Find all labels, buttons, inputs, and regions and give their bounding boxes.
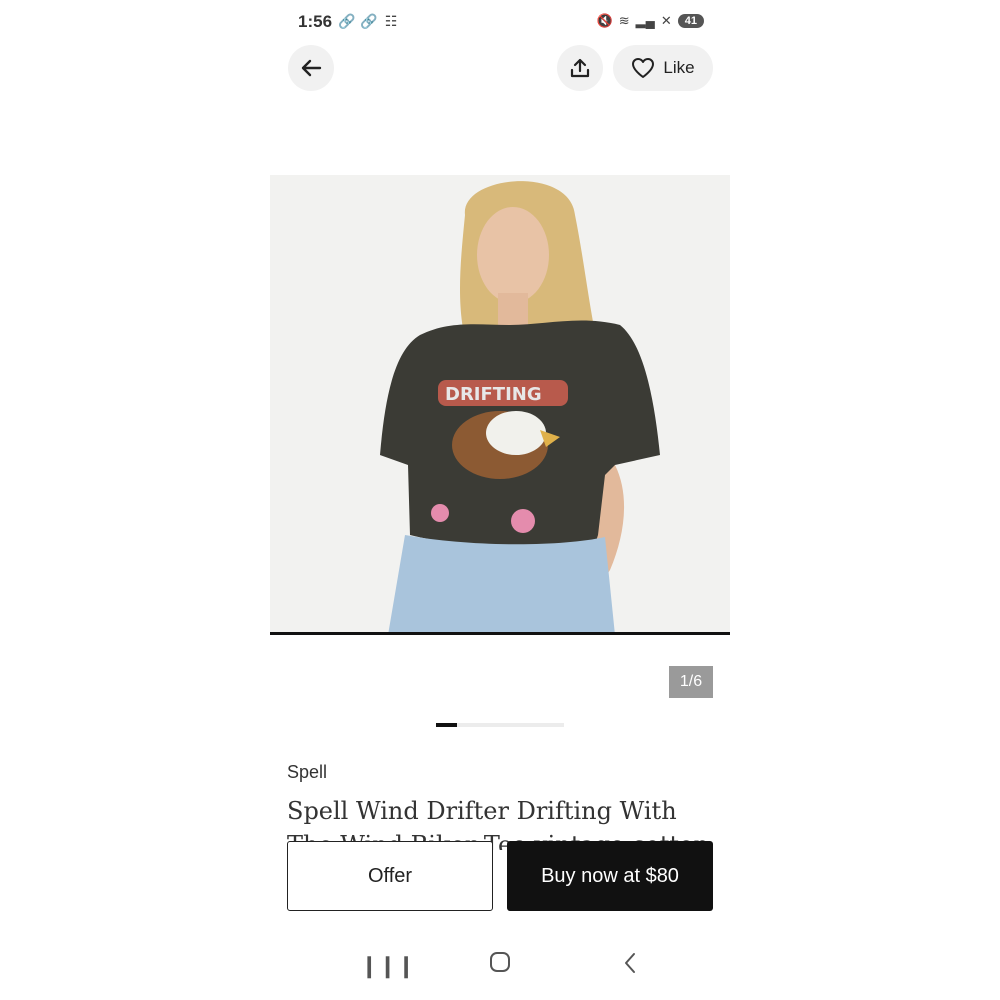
product-image[interactable]: DRIFTING: [270, 175, 730, 635]
like-label: Like: [663, 58, 695, 77]
pager-active-indicator: [436, 723, 458, 727]
home-icon[interactable]: [489, 951, 511, 979]
lock-network-icon: ☷: [384, 13, 398, 29]
heart-icon: [632, 58, 655, 78]
recent-apps-icon[interactable]: ❙❙❙: [360, 953, 415, 979]
battery-indicator: 41: [677, 14, 704, 28]
share-button[interactable]: [557, 45, 603, 91]
share-icon: [570, 58, 590, 78]
app-screen: 1:56 🔗 🔗 ☷ 🔇 ≋ ▂▄ ✕ 41 Like DRIFTING 1/6…: [270, 0, 730, 1000]
status-time: 1:56: [298, 12, 333, 31]
mute-icon: 🔇: [596, 13, 613, 28]
system-nav-bar: ❙❙❙: [270, 945, 730, 990]
back-button[interactable]: [288, 45, 334, 91]
arrow-left-icon: [301, 59, 322, 77]
status-left-icons: 🔗 🔗 ☷: [338, 13, 400, 30]
link-icon: 🔗: [338, 13, 356, 29]
link-icon: 🔗: [360, 13, 378, 29]
svg-text:DRIFTING: DRIFTING: [445, 384, 542, 405]
no-signal-icon: ✕: [660, 13, 672, 28]
offer-button[interactable]: Offer: [287, 841, 493, 911]
image-counter: 1/6: [669, 666, 713, 698]
signal-icon: ▂▄: [635, 13, 655, 28]
product-photo: DRIFTING: [270, 175, 730, 632]
system-back-icon[interactable]: [622, 951, 638, 981]
like-button[interactable]: Like: [613, 45, 713, 91]
status-bar: 1:56 🔗 🔗 ☷ 🔇 ≋ ▂▄ ✕ 41: [270, 0, 730, 46]
brand-name[interactable]: Spell: [287, 762, 327, 783]
image-pager: [436, 723, 564, 727]
status-right-icons: 🔇 ≋ ▂▄ ✕ 41: [597, 13, 704, 29]
buy-now-button[interactable]: Buy now at $80: [507, 841, 713, 911]
wifi-icon: ≋: [618, 13, 630, 28]
